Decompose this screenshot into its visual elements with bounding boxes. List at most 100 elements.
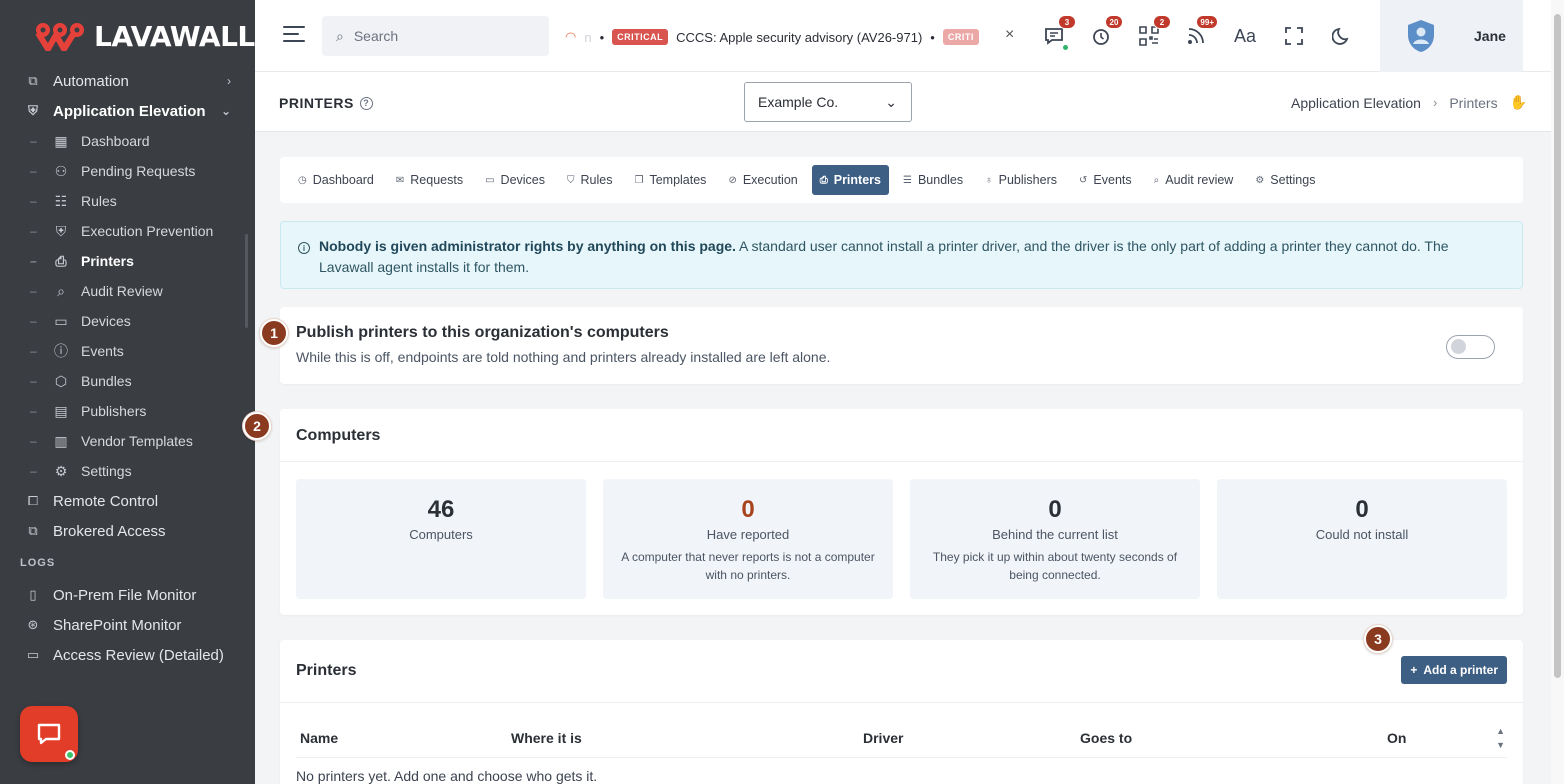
column-where-it-is[interactable]: Where it is	[511, 730, 582, 746]
dashboard-icon: ◷	[298, 174, 307, 186]
pending-icon: ⚇	[54, 162, 68, 179]
automation-icon: ⧉	[28, 73, 38, 88]
sidebar-item-on-prem-file-monitor[interactable]: ▯ On-Prem File Monitor	[0, 580, 255, 610]
feeds-count-badge: 99+	[1196, 15, 1218, 29]
tab-rules[interactable]: ⛉ Rules	[559, 165, 620, 195]
chat-icon	[37, 723, 61, 745]
sidebar-scrollbar[interactable]	[245, 234, 248, 328]
sidebar-item-execution-prevention[interactable]: – ⛨ Execution Prevention	[0, 216, 255, 246]
organization-select[interactable]: Example Co. ⌄	[744, 82, 912, 122]
fullscreen-icon[interactable]	[1282, 24, 1306, 48]
sharepoint-icon: ⊛	[27, 617, 39, 632]
chat-button[interactable]	[20, 706, 78, 762]
plus-icon: +	[1410, 663, 1418, 677]
lavawall-logo-icon	[34, 21, 86, 51]
sidebar-item-printers[interactable]: – ⎙ Printers	[0, 246, 255, 276]
publish-subtitle: While this is off, endpoints are told no…	[296, 349, 831, 365]
publish-toggle[interactable]	[1446, 335, 1495, 359]
sidebar-item-remote-control[interactable]: ⧠ Remote Control	[0, 486, 255, 516]
column-on[interactable]: On	[1387, 730, 1406, 746]
brokered-icon: ⧉	[28, 523, 38, 538]
printers-table-header: Name Where it is Driver Goes to On ▲ ▼	[296, 718, 1507, 758]
hamburger-menu-icon[interactable]	[283, 25, 305, 43]
templates-icon: ▥	[54, 432, 68, 449]
step-badge-1: 1	[260, 319, 288, 347]
critical-badge-faded: CRITI	[942, 29, 979, 45]
tab-templates[interactable]: ❐ Templates	[626, 165, 714, 195]
user-menu[interactable]: Jane	[1380, 0, 1523, 72]
tab-publishers[interactable]: ♁ Publishers	[977, 165, 1065, 195]
badge-icon: ♁	[985, 174, 993, 186]
block-icon: ⊘	[728, 174, 737, 186]
dashboard-icon: ▦	[54, 132, 68, 149]
search-input[interactable]	[353, 28, 524, 44]
sidebar-item-events[interactable]: – ⓘ Events	[0, 336, 255, 366]
rss-icon: ◠	[565, 29, 577, 44]
tab-devices[interactable]: ▭ Devices	[477, 165, 553, 195]
copy-icon: ❐	[634, 174, 644, 186]
sidebar-item-dashboard[interactable]: – ▦ Dashboard	[0, 126, 255, 156]
close-icon[interactable]: ×	[1005, 26, 1014, 44]
stat-behind-current-list: 0 Behind the current list They pick it u…	[910, 479, 1200, 599]
column-goes-to[interactable]: Goes to	[1080, 730, 1132, 746]
sidebar-item-pending-requests[interactable]: – ⚇ Pending Requests	[0, 156, 255, 186]
tab-dashboard[interactable]: ◷ Dashboard	[290, 165, 382, 195]
page-scrollbar[interactable]	[1551, 0, 1564, 784]
audit-icon: ⌕	[57, 282, 65, 299]
column-driver[interactable]: Driver	[863, 730, 903, 746]
inbox-icon: ✉	[395, 174, 405, 186]
news-ticker[interactable]: ◠ n • CRITICAL CCCS: Apple security advi…	[565, 26, 979, 48]
sidebar-item-vendor-templates[interactable]: – ▥ Vendor Templates	[0, 426, 255, 456]
sidebar-item-access-review[interactable]: ▭ Access Review (Detailed)	[0, 640, 255, 670]
tab-execution[interactable]: ⊘ Execution	[720, 165, 805, 195]
sort-icon[interactable]: ▲ ▼	[1496, 724, 1505, 752]
sidebar-item-bundles[interactable]: – ⬡ Bundles	[0, 366, 255, 396]
breadcrumb-link[interactable]: Application Elevation	[1291, 95, 1421, 111]
sidebar-item-publishers[interactable]: – ▤ Publishers	[0, 396, 255, 426]
font-size-icon[interactable]: Aa	[1233, 24, 1257, 48]
lock-shield-icon: ⛨	[55, 222, 67, 239]
file-monitor-icon: ▯	[29, 587, 37, 602]
sidebar-item-brokered-access[interactable]: ⧉ Brokered Access	[0, 516, 255, 546]
sidebar-item-sharepoint-monitor[interactable]: ⊛ SharePoint Monitor	[0, 610, 255, 640]
tab-requests[interactable]: ✉ Requests	[388, 165, 471, 195]
qr-button[interactable]: 2	[1137, 15, 1171, 48]
info-icon: i	[298, 242, 310, 254]
tab-events[interactable]: ↺ Events	[1071, 165, 1140, 195]
add-printer-button[interactable]: + Add a printer	[1401, 656, 1507, 684]
qr-count-badge: 2	[1153, 15, 1171, 29]
section-tabs: ◷ Dashboard ✉ Requests ▭ Devices ⛉ Rules ❐ Te…	[280, 157, 1523, 203]
sidebar-item-application-elevation[interactable]: ⛨ Application Elevation ⌄	[0, 96, 255, 126]
shield-icon: ⛨	[28, 103, 38, 118]
printer-icon: ⎙	[819, 174, 828, 186]
sidebar-item-label: Automation	[53, 72, 129, 90]
tab-settings[interactable]: ⚙ Settings	[1247, 165, 1323, 195]
feeds-button[interactable]: 99+	[1184, 15, 1218, 48]
sidebar-item-rules[interactable]: – ☷ Rules	[0, 186, 255, 216]
publish-card: Publish printers to this organization's …	[280, 307, 1523, 384]
printer-icon: ⎙	[55, 252, 67, 269]
chevron-down-icon: ⌄	[220, 104, 231, 118]
printers-empty-message: No printers yet. Add one and choose who …	[296, 768, 598, 784]
computers-stats: 46 Computers 0 Have reported A computer …	[296, 479, 1507, 599]
critical-badge: CRITICAL	[612, 29, 669, 45]
sidebar-item-automation[interactable]: ⧉ Automation ›	[0, 66, 255, 96]
messages-button[interactable]: 3	[1042, 15, 1076, 51]
column-name[interactable]: Name	[300, 730, 338, 746]
brand-logo[interactable]: LAVAWALL®	[0, 0, 255, 72]
sidebar-item-settings[interactable]: – ⚙ Settings	[0, 456, 255, 486]
dark-mode-icon[interactable]	[1330, 24, 1354, 48]
sidebar-item-audit-review[interactable]: – ⌕ Audit Review	[0, 276, 255, 306]
topbar: ⌕ ◠ n • CRITICAL CCCS: Apple security ad…	[255, 0, 1551, 72]
publish-title: Publish printers to this organization's …	[296, 324, 669, 341]
online-status-dot	[65, 750, 75, 760]
sidebar-item-devices[interactable]: – ▭ Devices	[0, 306, 255, 336]
tab-bundles[interactable]: ☰ Bundles	[895, 165, 971, 195]
tab-printers[interactable]: ⎙ Printers	[811, 165, 889, 195]
monitor-icon: ▭	[485, 174, 495, 186]
notifications-button[interactable]: 20	[1089, 15, 1123, 48]
help-icon[interactable]: ?	[359, 96, 373, 110]
ticker-headline[interactable]: CCCS: Apple security advisory (AV26-971)	[676, 30, 922, 45]
tab-audit-review[interactable]: ⌕ Audit review	[1146, 165, 1242, 195]
search-box[interactable]: ⌕	[322, 16, 549, 56]
